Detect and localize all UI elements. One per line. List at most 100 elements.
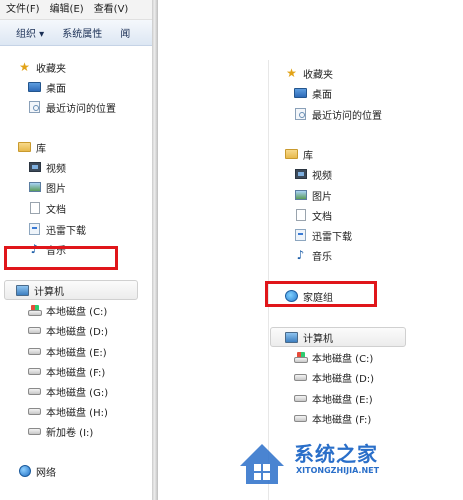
- left-explorer-window: 文件(F) 编辑(E) 查看(V) 组织 ▾ 系统属性 闻 ★ 收藏夹 桌面 最…: [0, 0, 152, 500]
- hard-drive-icon: [294, 392, 307, 404]
- nav-desktop[interactable]: 桌面: [28, 78, 66, 96]
- nav-libraries[interactable]: 库: [18, 138, 46, 156]
- nav-drive-i[interactable]: 新加卷 (I:): [28, 422, 93, 440]
- download-icon: [294, 229, 307, 241]
- nav-drive-h-label: 本地磁盘 (H:): [46, 407, 108, 419]
- library-folder-icon: [285, 148, 298, 160]
- hard-drive-icon: [28, 425, 41, 437]
- nav-thunder-downloads-label: 迅雷下载: [312, 231, 352, 243]
- nav-drive-d[interactable]: 本地磁盘 (D:): [28, 321, 108, 339]
- recent-places-icon: [28, 101, 41, 113]
- nav-drive-d-label: 本地磁盘 (D:): [46, 326, 109, 338]
- nav-videos-label: 视频: [312, 170, 332, 182]
- nav-pictures[interactable]: 图片: [294, 186, 332, 204]
- nav-thunder-downloads-label: 迅雷下载: [46, 225, 86, 237]
- system-properties-button[interactable]: 系统属性: [62, 25, 102, 40]
- nav-drive-g-label: 本地磁盘 (G:): [46, 387, 109, 399]
- organize-button[interactable]: 组织 ▾: [16, 25, 44, 40]
- nav-desktop[interactable]: 桌面: [294, 84, 332, 102]
- hard-drive-icon: [28, 324, 41, 336]
- nav-drive-d[interactable]: 本地磁盘 (D:): [294, 368, 374, 386]
- command-toolbar: 组织 ▾ 系统属性 闻: [0, 20, 152, 46]
- menu-bar: 文件(F) 编辑(E) 查看(V): [0, 0, 152, 20]
- nav-documents[interactable]: 文档: [294, 206, 332, 224]
- nav-favorites-label: 收藏夹: [303, 69, 333, 81]
- nav-drive-d-label: 本地磁盘 (D:): [312, 373, 375, 385]
- house-logo-icon: [240, 444, 284, 484]
- nav-favorites-label: 收藏夹: [36, 63, 66, 75]
- nav-drive-e-label: 本地磁盘 (E:): [46, 347, 107, 359]
- document-icon: [28, 202, 41, 214]
- nav-documents-label: 文档: [312, 211, 332, 223]
- music-note-icon: ♪: [296, 248, 305, 262]
- pictures-icon: [294, 189, 307, 201]
- hard-drive-icon: [28, 365, 41, 377]
- library-folder-icon: [18, 141, 31, 153]
- nav-libraries[interactable]: 库: [285, 145, 313, 163]
- nav-drive-g[interactable]: 本地磁盘 (G:): [28, 382, 108, 400]
- nav-drive-h[interactable]: 本地磁盘 (H:): [28, 402, 108, 420]
- missing-homegroup-highlight: [4, 246, 118, 270]
- nav-recent-places[interactable]: 最近访问的位置: [294, 105, 382, 123]
- nav-computer[interactable]: 计算机: [285, 328, 333, 346]
- nav-network[interactable]: 网络: [18, 462, 56, 480]
- menu-view[interactable]: 查看(V): [88, 0, 133, 20]
- nav-music-label: 音乐: [312, 251, 332, 263]
- nav-drive-f[interactable]: 本地磁盘 (F:): [28, 362, 105, 380]
- nav-desktop-label: 桌面: [46, 83, 66, 95]
- nav-favorites[interactable]: ★ 收藏夹: [18, 58, 66, 76]
- menu-edit[interactable]: 编辑(E): [44, 0, 88, 20]
- menu-file[interactable]: 文件(F): [0, 0, 44, 20]
- toolbar-overflow-button[interactable]: 闻: [120, 25, 130, 40]
- nav-network-label: 网络: [36, 467, 56, 479]
- nav-drive-c[interactable]: 本地磁盘 (C:): [28, 301, 107, 319]
- nav-computer-label: 计算机: [34, 286, 64, 298]
- nav-drive-c-label: 本地磁盘 (C:): [312, 353, 374, 365]
- nav-music[interactable]: ♪ 音乐: [294, 246, 332, 264]
- nav-pictures-label: 图片: [312, 191, 332, 203]
- nav-libraries-label: 库: [36, 143, 46, 155]
- nav-computer-label: 计算机: [303, 333, 333, 345]
- nav-thunder-downloads[interactable]: 迅雷下载: [28, 220, 86, 238]
- windows-drive-icon: [294, 351, 308, 363]
- video-icon: [28, 161, 41, 173]
- network-globe-icon: [18, 465, 31, 477]
- nav-drive-e[interactable]: 本地磁盘 (E:): [28, 342, 107, 360]
- desktop-icon: [294, 87, 307, 99]
- nav-drive-e[interactable]: 本地磁盘 (E:): [294, 389, 373, 407]
- window-divider: [152, 0, 158, 500]
- nav-videos[interactable]: 视频: [28, 158, 66, 176]
- nav-computer[interactable]: 计算机: [16, 281, 64, 299]
- nav-drive-f[interactable]: 本地磁盘 (F:): [294, 409, 371, 427]
- nav-drive-c-label: 本地磁盘 (C:): [46, 306, 108, 318]
- nav-pictures[interactable]: 图片: [28, 178, 66, 196]
- homegroup-highlight: [265, 281, 377, 307]
- download-icon: [28, 223, 41, 235]
- nav-drive-i-label: 新加卷 (I:): [46, 427, 94, 439]
- nav-videos-label: 视频: [46, 163, 66, 175]
- pictures-icon: [28, 181, 41, 193]
- site-watermark: 系统之家 XITONGZHIJIA.NET: [236, 432, 463, 500]
- computer-icon: [16, 284, 29, 296]
- nav-favorites[interactable]: ★ 收藏夹: [285, 64, 333, 82]
- nav-recent-places-label: 最近访问的位置: [312, 110, 382, 122]
- hard-drive-icon: [28, 405, 41, 417]
- nav-pictures-label: 图片: [46, 183, 66, 195]
- nav-documents-label: 文档: [46, 204, 66, 216]
- nav-thunder-downloads[interactable]: 迅雷下载: [294, 226, 352, 244]
- nav-recent-places-label: 最近访问的位置: [46, 103, 116, 115]
- windows-drive-icon: [28, 304, 42, 316]
- hard-drive-icon: [294, 412, 307, 424]
- nav-drive-c[interactable]: 本地磁盘 (C:): [294, 348, 373, 366]
- recent-places-icon: [294, 108, 307, 120]
- nav-documents[interactable]: 文档: [28, 199, 66, 217]
- nav-libraries-label: 库: [303, 150, 313, 162]
- nav-recent-places[interactable]: 最近访问的位置: [28, 98, 116, 116]
- hard-drive-icon: [294, 371, 307, 383]
- nav-videos[interactable]: 视频: [294, 165, 332, 183]
- nav-drive-f-label: 本地磁盘 (F:): [312, 414, 372, 426]
- nav-drive-e-label: 本地磁盘 (E:): [312, 394, 373, 406]
- desktop-icon: [28, 81, 41, 93]
- computer-icon: [285, 331, 298, 343]
- watermark-url: XITONGZHIJIA.NET: [296, 466, 380, 475]
